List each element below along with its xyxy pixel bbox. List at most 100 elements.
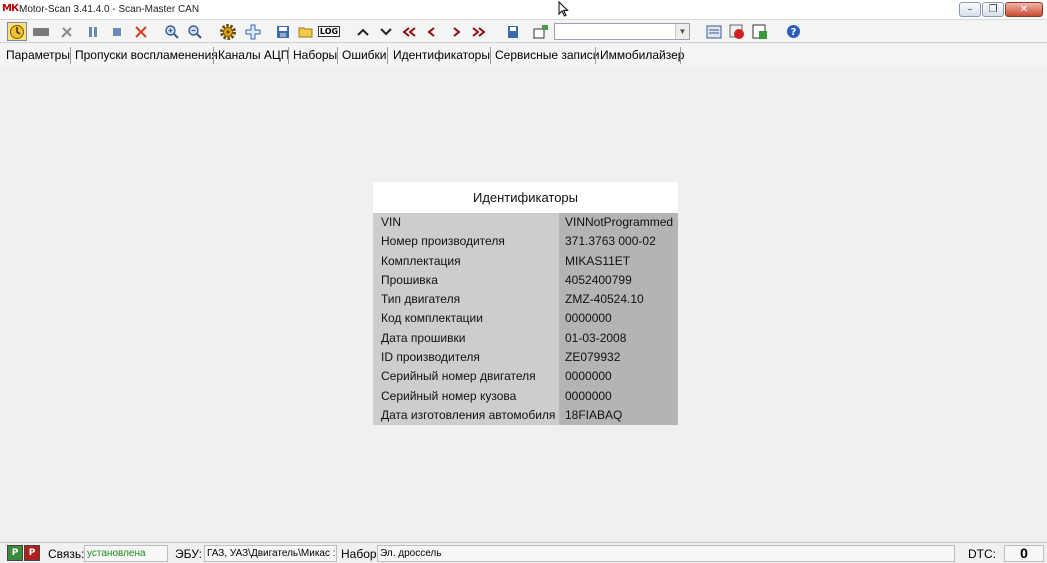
zoom-out-icon: [188, 24, 202, 39]
window-icon: [533, 24, 548, 38]
link-label: Связь:: [48, 547, 85, 561]
table-row: Код комплектации 0000000: [373, 309, 678, 329]
tools-icon: [61, 26, 72, 38]
tab-misfires[interactable]: Пропуски воспламенения: [75, 48, 218, 64]
set-selector-combo[interactable]: ▼: [554, 23, 690, 40]
tab-immobilizer[interactable]: Иммобилайзер: [600, 48, 684, 64]
connection-status-icon: Р: [7, 545, 23, 561]
dtc-label: DTC:: [968, 547, 996, 561]
first-button[interactable]: [399, 22, 419, 41]
save-set-button[interactable]: [503, 22, 523, 41]
adapter-icon: [33, 27, 49, 36]
tab-separator: [213, 47, 214, 64]
window-button[interactable]: [531, 22, 551, 41]
help-button[interactable]: ?: [783, 22, 803, 41]
mouse-cursor-icon: [558, 1, 569, 17]
connect-button[interactable]: [7, 22, 27, 41]
tab-errors[interactable]: Ошибки: [342, 48, 387, 64]
report-button[interactable]: [704, 22, 724, 41]
clear-icon: [135, 25, 147, 38]
report-icon: [706, 25, 722, 38]
double-chevron-left-icon: [402, 26, 416, 37]
log-icon: LOG: [317, 26, 341, 37]
app-logo: МК: [2, 3, 19, 14]
row-label: Дата прошивки: [373, 328, 559, 349]
clear-button[interactable]: [131, 22, 151, 41]
pause-button[interactable]: [83, 22, 103, 41]
record-icon: [729, 24, 744, 39]
settings-gear-icon: [220, 23, 236, 40]
tab-separator: [387, 47, 388, 64]
ecu-value: ГАЗ, УАЗ\Двигатель\Микас :: [204, 545, 337, 562]
save-icon: [277, 25, 289, 38]
tab-parameters[interactable]: Параметры: [6, 48, 70, 64]
row-label: ID производителя: [373, 348, 559, 368]
panel-title: Идентификаторы: [373, 182, 678, 213]
row-label: VIN: [373, 213, 559, 233]
maximize-button[interactable]: ❐: [982, 2, 1004, 17]
row-value: ZMZ-40524.10: [559, 290, 678, 310]
stop-button[interactable]: [107, 22, 127, 41]
error-status-icon: Р: [24, 545, 40, 561]
down-button[interactable]: [376, 22, 396, 41]
row-label: Тип двигателя: [373, 290, 559, 310]
pause-icon: [89, 26, 97, 37]
combo-arrow-icon[interactable]: ▼: [675, 24, 689, 39]
tab-sets[interactable]: Наборы: [293, 48, 337, 64]
row-label: Серийный номер кузова: [373, 386, 559, 406]
open-button[interactable]: [296, 22, 316, 41]
row-value: 371.3763 000-02: [559, 232, 678, 252]
tab-separator: [680, 47, 681, 64]
row-value: MIKAS11ET: [559, 251, 678, 271]
set-label: Набор:: [341, 547, 380, 561]
row-value: 0000000: [559, 386, 678, 406]
tab-service-records[interactable]: Сервисные записи: [495, 48, 599, 64]
add-button[interactable]: [243, 22, 263, 41]
identifiers-panel: Идентификаторы VIN VINNotProgrammed Номер…: [373, 182, 678, 426]
zoom-out-button[interactable]: [185, 22, 205, 41]
tools-button[interactable]: [57, 22, 77, 41]
export-icon: [752, 24, 767, 39]
table-row: Серийный номер двигателя 0000000: [373, 367, 678, 387]
row-value: VINNotProgrammed: [559, 213, 678, 233]
stop-icon: [113, 27, 121, 36]
save-button[interactable]: [273, 22, 293, 41]
record-button[interactable]: [727, 22, 747, 41]
row-value: 0000000: [559, 367, 678, 387]
table-row: Номер производителя 371.3763 000-02: [373, 232, 678, 252]
export-button[interactable]: [750, 22, 770, 41]
row-value: 01-03-2008: [559, 328, 678, 349]
row-label: Прошивка: [373, 270, 559, 291]
table-row: Серийный номер кузова 0000000: [373, 386, 678, 406]
dtc-count: 0: [1004, 545, 1044, 562]
close-button[interactable]: ✕: [1005, 2, 1043, 17]
tab-separator: [595, 47, 596, 64]
row-label: Дата изготовления автомобиля: [373, 405, 559, 426]
row-label: Номер производителя: [373, 232, 559, 252]
add-icon: [245, 24, 261, 39]
last-button[interactable]: [469, 22, 489, 41]
row-label: Код комплектации: [373, 309, 559, 329]
zoom-in-button[interactable]: [162, 22, 182, 41]
row-value: ZE079932: [559, 348, 678, 368]
save-set-icon: [508, 25, 518, 38]
up-button[interactable]: [353, 22, 373, 41]
title-bar: МК Motor-Scan 3.41.4.0 - Scan-Master CAN…: [0, 0, 1047, 20]
prev-button[interactable]: [422, 22, 442, 41]
window-title: Motor-Scan 3.41.4.0 - Scan-Master CAN: [19, 4, 200, 15]
double-chevron-right-icon: [472, 26, 486, 37]
zoom-in-icon: [165, 24, 179, 39]
next-button[interactable]: [446, 22, 466, 41]
tab-separator: [490, 47, 491, 64]
row-value: 4052400799: [559, 270, 678, 291]
chevron-left-icon: [427, 26, 435, 37]
minimize-button[interactable]: –: [959, 2, 981, 17]
adapter-button[interactable]: [31, 22, 51, 41]
tab-identifiers[interactable]: Идентификаторы: [393, 48, 490, 64]
tab-adc-channels[interactable]: Каналы АЦП: [218, 48, 289, 64]
help-icon: ?: [786, 25, 800, 38]
tab-separator: [70, 47, 71, 64]
log-button[interactable]: LOG: [317, 22, 341, 41]
table-row: Комплектация MIKAS11ET: [373, 251, 678, 271]
settings-button[interactable]: [218, 22, 238, 41]
